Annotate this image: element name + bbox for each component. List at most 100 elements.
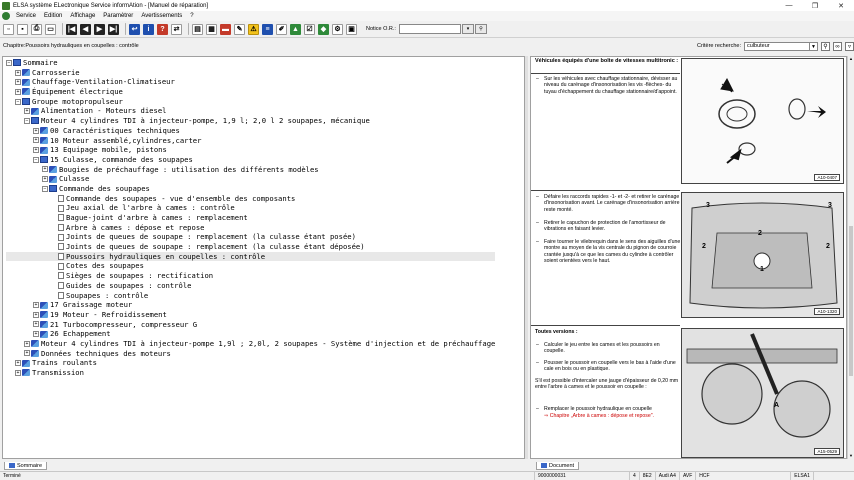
- menu-service[interactable]: Service: [12, 13, 40, 19]
- swap-icon[interactable]: ⇄: [171, 23, 182, 35]
- expand-icon[interactable]: +: [15, 369, 21, 376]
- collapse-icon[interactable]: −: [33, 156, 39, 163]
- tree-node[interactable]: Joints de queues de soupape : remplaceme…: [6, 242, 495, 252]
- chapter-link[interactable]: ⇒ Chapitre „Arbre à cames : dépose et re…: [544, 413, 681, 419]
- expand-icon[interactable]: +: [24, 350, 30, 357]
- tree-node[interactable]: + Alimentation - Moteurs diesel: [6, 106, 495, 116]
- menu-help[interactable]: ?: [186, 13, 197, 19]
- scroll-down-icon[interactable]: ▼: [848, 453, 854, 459]
- tree-node[interactable]: +17 Graissage moteur: [6, 300, 495, 310]
- menu-edition[interactable]: Edition: [40, 13, 66, 19]
- last-icon[interactable]: ▶|: [108, 23, 119, 35]
- search-criteria-select[interactable]: culbuteur ▼: [744, 41, 818, 51]
- tree-node[interactable]: + Bougies de préchauffage : utilisation d…: [6, 165, 495, 175]
- expand-icon[interactable]: +: [15, 88, 21, 95]
- edit-icon[interactable]: ✐: [276, 23, 287, 35]
- label-icon[interactable]: ◆: [318, 23, 329, 35]
- expand-icon[interactable]: +: [33, 331, 39, 338]
- collapse-icon[interactable]: −: [15, 98, 21, 105]
- expand-icon[interactable]: +: [15, 360, 21, 367]
- expand-icon[interactable]: +: [15, 79, 21, 86]
- expand-icon[interactable]: +: [33, 147, 39, 154]
- settings-icon[interactable]: ⚙: [332, 23, 343, 35]
- checklist-icon[interactable]: ☑: [304, 23, 315, 35]
- search-icon[interactable]: ⚲: [821, 41, 830, 51]
- expand-icon[interactable]: +: [33, 137, 39, 144]
- document-icon[interactable]: ▤: [192, 23, 203, 35]
- binoculars-icon[interactable]: ∞: [833, 41, 842, 51]
- tree-node[interactable]: + Données techniques des moteurs: [6, 349, 495, 359]
- list-icon[interactable]: ≡: [262, 23, 273, 35]
- figure-feeler-gauge[interactable]: A A15-0529: [681, 328, 844, 458]
- tree-node[interactable]: Poussoirs hydrauliques en coupelles : co…: [6, 251, 496, 262]
- minimize-button[interactable]: —: [776, 2, 802, 9]
- expand-icon[interactable]: +: [24, 108, 30, 115]
- close-button[interactable]: ✕: [828, 2, 854, 10]
- tree-node[interactable]: + Carrosserie: [6, 68, 495, 78]
- tree-node[interactable]: Soupapes : contrôle: [6, 291, 495, 301]
- new-document-icon[interactable]: ▫: [3, 23, 14, 35]
- car-service-icon[interactable]: ▲: [290, 23, 301, 35]
- tree-node[interactable]: Cotes des soupapes: [6, 261, 495, 271]
- tree-node[interactable]: +13 Equipage mobile, pistons: [6, 145, 495, 155]
- warning-icon[interactable]: ⚠: [248, 23, 259, 35]
- scroll-thumb[interactable]: [849, 226, 853, 376]
- menu-parametrer[interactable]: Paramètrer: [99, 13, 137, 19]
- tree-node[interactable]: + Trains roulants: [6, 358, 495, 368]
- tree-node[interactable]: − Commande des soupapes: [6, 184, 495, 194]
- scroll-up-icon[interactable]: ▲: [848, 56, 854, 62]
- maximize-button[interactable]: ❐: [802, 2, 828, 10]
- collapse-icon[interactable]: −: [24, 117, 30, 124]
- tab-document[interactable]: Document: [536, 462, 580, 470]
- tree-node[interactable]: Guides de soupapes : contrôle: [6, 281, 495, 291]
- figure-exhaust-screws[interactable]: A10-0407: [681, 58, 844, 184]
- tree-node[interactable]: − Groupe motopropulseur: [6, 97, 495, 107]
- tree-node[interactable]: + Chauffage-Ventilation-Climatiseur: [6, 77, 495, 87]
- expand-icon[interactable]: +: [42, 176, 48, 183]
- wiring-icon[interactable]: ▦: [206, 23, 217, 35]
- tree-node[interactable]: +21 Turbocompresseur, compresseur G: [6, 320, 495, 330]
- notice-input[interactable]: [398, 24, 461, 34]
- tree-node[interactable]: + Moteur 4 cylindres TDI à injecteur-pomp…: [6, 339, 495, 349]
- document-scrollbar[interactable]: ▲ ▼: [847, 56, 853, 459]
- notice-confirm-button[interactable]: ▾: [461, 24, 474, 34]
- tree-node[interactable]: Joints de queues de soupape : remplaceme…: [6, 232, 495, 242]
- previous-icon[interactable]: ◀: [80, 23, 91, 35]
- tab-sommaire[interactable]: Sommaire: [4, 462, 48, 470]
- expand-icon[interactable]: +: [24, 340, 30, 347]
- report-icon[interactable]: ▣: [346, 23, 357, 35]
- tree-node[interactable]: Arbre à cames : dépose et repose: [6, 223, 495, 233]
- tree-node[interactable]: − Sommaire: [6, 58, 495, 68]
- expand-icon[interactable]: +: [33, 311, 39, 318]
- tree-node[interactable]: Commande des soupapes - vue d'ensemble d…: [6, 194, 495, 204]
- tree-node[interactable]: Jeu axial de l'arbre à cames : contrôle: [6, 203, 495, 213]
- first-icon[interactable]: |◀: [66, 23, 77, 35]
- expand-icon[interactable]: +: [33, 127, 39, 134]
- help-icon[interactable]: ?: [157, 23, 168, 35]
- tree-node[interactable]: +26 Echappement: [6, 329, 495, 339]
- tools-icon[interactable]: ✎: [234, 23, 245, 35]
- tree-node[interactable]: − Moteur 4 cylindres TDI à injecteur-pomp…: [6, 116, 495, 126]
- print-icon[interactable]: ⎙: [31, 23, 42, 35]
- car-icon[interactable]: ▭: [45, 23, 56, 35]
- book-icon[interactable]: ▬: [220, 23, 231, 35]
- tree-node[interactable]: +19 Moteur - Refroidissement: [6, 310, 495, 320]
- menu-avertissements[interactable]: Avertissements: [137, 13, 186, 19]
- tree-node[interactable]: + Équipement électrique: [6, 87, 495, 97]
- tree-node[interactable]: +10 Moteur assemblé,cylindres,carter: [6, 136, 495, 146]
- open-icon[interactable]: ▪: [17, 23, 28, 35]
- notice-search-button[interactable]: ⚲: [474, 24, 487, 34]
- expand-icon[interactable]: +: [33, 302, 39, 309]
- tree-node[interactable]: +00 Caractéristiques techniques: [6, 126, 495, 136]
- figure-engine-underside[interactable]: 3 3 2 2 2 1 A10-1320: [681, 192, 844, 318]
- tree-node[interactable]: Bague-joint d'arbre à cames : remplaceme…: [6, 213, 495, 223]
- collapse-icon[interactable]: −: [6, 59, 12, 66]
- back-icon[interactable]: ↩: [129, 23, 140, 35]
- menu-affichage[interactable]: Affichage: [66, 13, 99, 19]
- tree-node[interactable]: + Culasse: [6, 174, 495, 184]
- expand-icon[interactable]: +: [42, 166, 48, 173]
- pane-splitter[interactable]: [525, 56, 528, 459]
- expand-icon[interactable]: +: [15, 69, 21, 76]
- expand-icon[interactable]: +: [33, 321, 39, 328]
- tree-node[interactable]: − 15 Culasse, commande des soupapes: [6, 155, 495, 165]
